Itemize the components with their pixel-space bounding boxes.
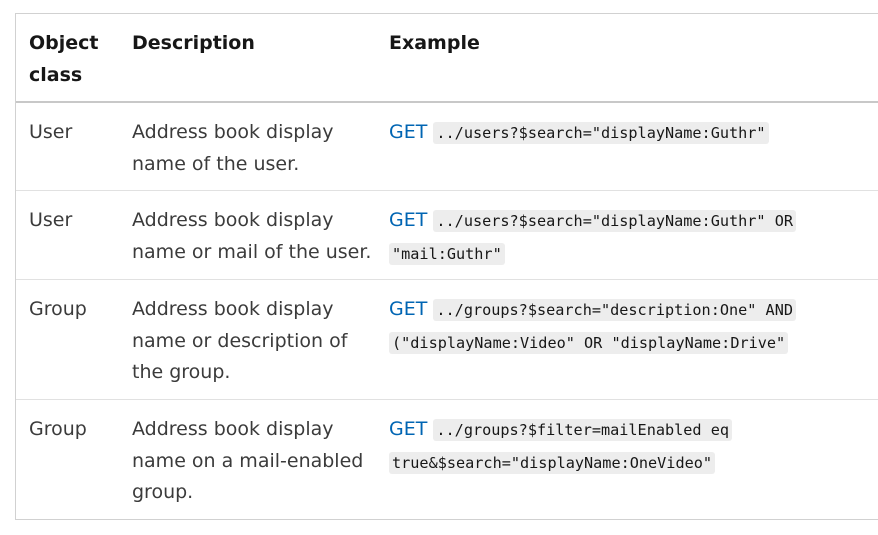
example-cell: GET ../groups?$filter=mailEnabled eq tru… [389, 414, 869, 479]
description-cell: Address book display name on a mail-enab… [132, 418, 364, 503]
description-cell: Address book display name of the user. [132, 121, 334, 175]
table-row: User Address book display name of the us… [16, 103, 878, 191]
header-object-class: Object class [29, 32, 99, 86]
object-class-cell: Group [29, 418, 87, 440]
example-cell: GET ../groups?$search="description:One" … [389, 294, 869, 359]
object-class-cell: Group [29, 298, 87, 320]
example-code: ../groups?$search="description:One" AND … [389, 299, 796, 354]
search-examples-table: Object class Description Example User Ad… [15, 13, 878, 520]
http-method: GET [389, 298, 428, 320]
example-code: ../groups?$filter=mailEnabled eq true&$s… [389, 419, 732, 474]
http-method: GET [389, 418, 428, 440]
example-cell: GET ../users?$search="displayName:Guthr"… [389, 205, 869, 270]
example-code: ../users?$search="displayName:Guthr" [433, 122, 769, 144]
example-code: ../users?$search="displayName:Guthr" OR … [389, 210, 796, 265]
http-method: GET [389, 121, 428, 143]
object-class-cell: User [29, 209, 73, 231]
header-description: Description [132, 32, 255, 54]
table-header-row: Object class Description Example [16, 14, 878, 103]
description-cell: Address book display name or mail of the… [132, 209, 372, 263]
table-row: User Address book display name or mail o… [16, 191, 878, 280]
table-row: Group Address book display name on a mai… [16, 400, 878, 520]
description-cell: Address book display name or description… [132, 298, 348, 383]
header-example: Example [389, 32, 480, 54]
object-class-cell: User [29, 121, 73, 143]
table-row: Group Address book display name or descr… [16, 280, 878, 400]
http-method: GET [389, 209, 428, 231]
example-cell: GET ../users?$search="displayName:Guthr" [389, 117, 869, 150]
